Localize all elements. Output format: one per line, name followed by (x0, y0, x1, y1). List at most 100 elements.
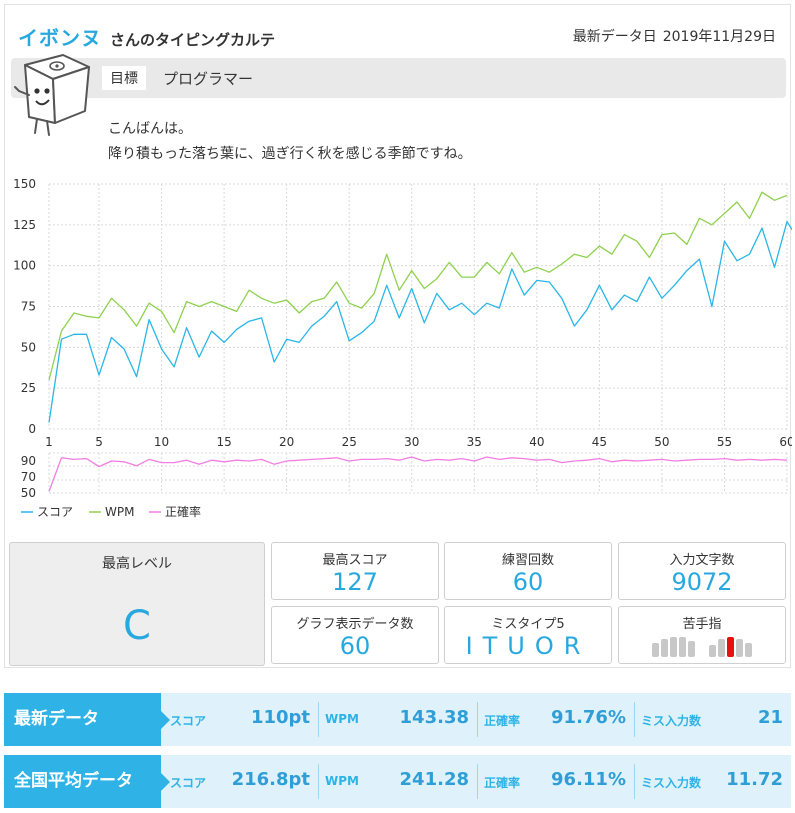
greeting-line-2: 降り積もった落ち葉に、過ぎ行く秋を感じる季節ですね。 (108, 146, 472, 162)
latest-accuracy: 正確率 91.76% (478, 693, 634, 746)
national-wpm: WPM 241.28 (319, 755, 477, 808)
miss-type-box: ミスタイプ5 ITUOR (444, 606, 612, 664)
score-series-line (48, 220, 792, 423)
graph-data-count-value: 60 (339, 632, 371, 660)
latest-wpm: WPM 143.38 (319, 693, 477, 746)
latest-wpm-value: 143.38 (399, 707, 469, 728)
miss-type-value: ITUOR (465, 632, 591, 660)
legend-label: スコア (37, 505, 73, 519)
y-tick-label: 150 (13, 177, 36, 191)
x-tick-label: 20 (279, 435, 294, 449)
latest-accuracy-value: 91.76% (551, 707, 626, 728)
practice-count-box: 練習回数 60 (444, 542, 612, 600)
y-tick-label: 75 (21, 300, 36, 314)
x-tick-label: 10 (154, 435, 169, 449)
max-score-value: 127 (332, 568, 378, 596)
finger-bar (727, 637, 734, 657)
max-score-box: 最高スコア 127 (271, 542, 439, 600)
char-count-box: 入力文字数 9072 (618, 542, 786, 600)
x-tick-label: 35 (467, 435, 482, 449)
x-tick-label: 25 (342, 435, 357, 449)
y-tick-label: 25 (21, 381, 36, 395)
finger-bar (688, 641, 695, 657)
x-tick-label: 50 (654, 435, 669, 449)
graph-data-count-label: グラフ表示データ数 (296, 617, 414, 632)
wpm-series-line (48, 191, 788, 381)
national-score-label: スコア (170, 776, 207, 790)
legend-label: WPM (105, 505, 134, 519)
finger-bar (718, 639, 725, 657)
weak-finger-label: 苦手指 (682, 617, 722, 632)
finger-bar (709, 645, 716, 657)
username[interactable]: イボンヌ (18, 22, 102, 51)
top-level-box: 最高レベル C (9, 542, 265, 666)
national-accuracy-value: 96.11% (551, 769, 626, 790)
greeting-message: こんばんは。 降り積もった落ち葉に、過ぎ行く秋を感じる季節ですね。 (108, 117, 472, 167)
finger-bar (670, 637, 677, 657)
max-score-label: 最高スコア (322, 553, 388, 568)
finger-bar (652, 643, 659, 657)
goal-value: プログラマー (163, 70, 254, 88)
greeting-line-1: こんばんは。 (108, 121, 192, 137)
y-tick-label: 50 (21, 340, 36, 354)
stats-panel: 最高レベル C 最高スコア 127 練習回数 60 入力文字数 9072 グラフ… (9, 542, 786, 666)
page-title: イボンヌ さんのタイピングカルテ (18, 22, 275, 51)
x-tick-label: 55 (717, 435, 732, 449)
latest-score-value: 110pt (250, 707, 310, 728)
y-tick-label: 100 (13, 259, 36, 273)
y-tick-label: 90 (21, 454, 36, 468)
x-tick-label: 30 (404, 435, 419, 449)
national-miss-value: 11.72 (726, 769, 783, 790)
goal-label: 目標 (102, 66, 146, 90)
latest-date: 最新データ日 2019年11月29日 (573, 26, 776, 46)
latest-score: スコア 110pt (164, 693, 318, 746)
practice-count-value: 60 (512, 568, 544, 596)
finger-graph-icon (652, 637, 752, 657)
miss-type-label: ミスタイプ5 (491, 617, 565, 632)
national-accuracy-label: 正確率 (484, 776, 521, 790)
latest-miss-label: ミス入力数 (641, 714, 702, 728)
x-tick-label: 15 (216, 435, 231, 449)
mascot-icon (14, 54, 90, 136)
y-tick-label: 0 (28, 422, 36, 436)
legend-label: 正確率 (165, 504, 201, 519)
practice-count-label: 練習回数 (501, 553, 554, 568)
national-score-value: 216.8pt (231, 769, 310, 790)
national-wpm-label: WPM (325, 774, 359, 788)
y-tick-label: 70 (21, 470, 36, 484)
weak-finger-box: 苦手指 (618, 606, 786, 664)
date-label: 最新データ日 (572, 29, 657, 45)
y-tick-label: 125 (13, 218, 36, 232)
national-wpm-value: 241.28 (399, 769, 469, 790)
latest-data-bar: 最新データ スコア 110pt WPM 143.38 正確率 91.76% ミス… (4, 693, 791, 746)
y-tick-label: 50 (21, 486, 36, 500)
national-miss: ミス入力数 11.72 (635, 755, 791, 808)
latest-data-title: 最新データ (4, 693, 161, 746)
latest-score-label: スコア (170, 714, 207, 728)
typing-history-chart: 02550751001251505070901 5 10 15 20 25 30 35 40 45… (13, 177, 792, 519)
x-tick-label: 1 (45, 435, 53, 449)
x-tick-label: 45 (592, 435, 607, 449)
char-count-label: 入力文字数 (669, 553, 735, 568)
x-tick-label: 40 (529, 435, 544, 449)
top-level-label: 最高レベル (102, 556, 172, 572)
title-suffix: さんのタイピングカルテ (110, 31, 276, 49)
date-value: 2019年11月29日 (662, 29, 776, 45)
finger-bar (745, 643, 752, 657)
graph-data-count-box: グラフ表示データ数 60 (271, 606, 439, 664)
karte-card: イボンヌ さんのタイピングカルテ 最新データ日 2019年11月29日 目標 プロ… (4, 4, 792, 668)
national-score: スコア 216.8pt (164, 755, 318, 808)
national-data-bar: 全国平均データ スコア 216.8pt WPM 241.28 正確率 96.11… (4, 755, 791, 808)
top-level-value: C (123, 603, 151, 649)
x-tick-label: 60 (779, 435, 792, 449)
national-miss-label: ミス入力数 (641, 776, 702, 790)
latest-miss: ミス入力数 21 (635, 693, 791, 746)
accuracy-series-line (48, 456, 788, 492)
national-data-title: 全国平均データ (4, 755, 161, 808)
finger-bar (736, 639, 743, 657)
finger-bar (661, 639, 668, 657)
latest-miss-value: 21 (757, 707, 783, 728)
latest-accuracy-label: 正確率 (484, 714, 521, 728)
finger-bar (679, 637, 686, 657)
char-count-value: 9072 (671, 568, 733, 596)
